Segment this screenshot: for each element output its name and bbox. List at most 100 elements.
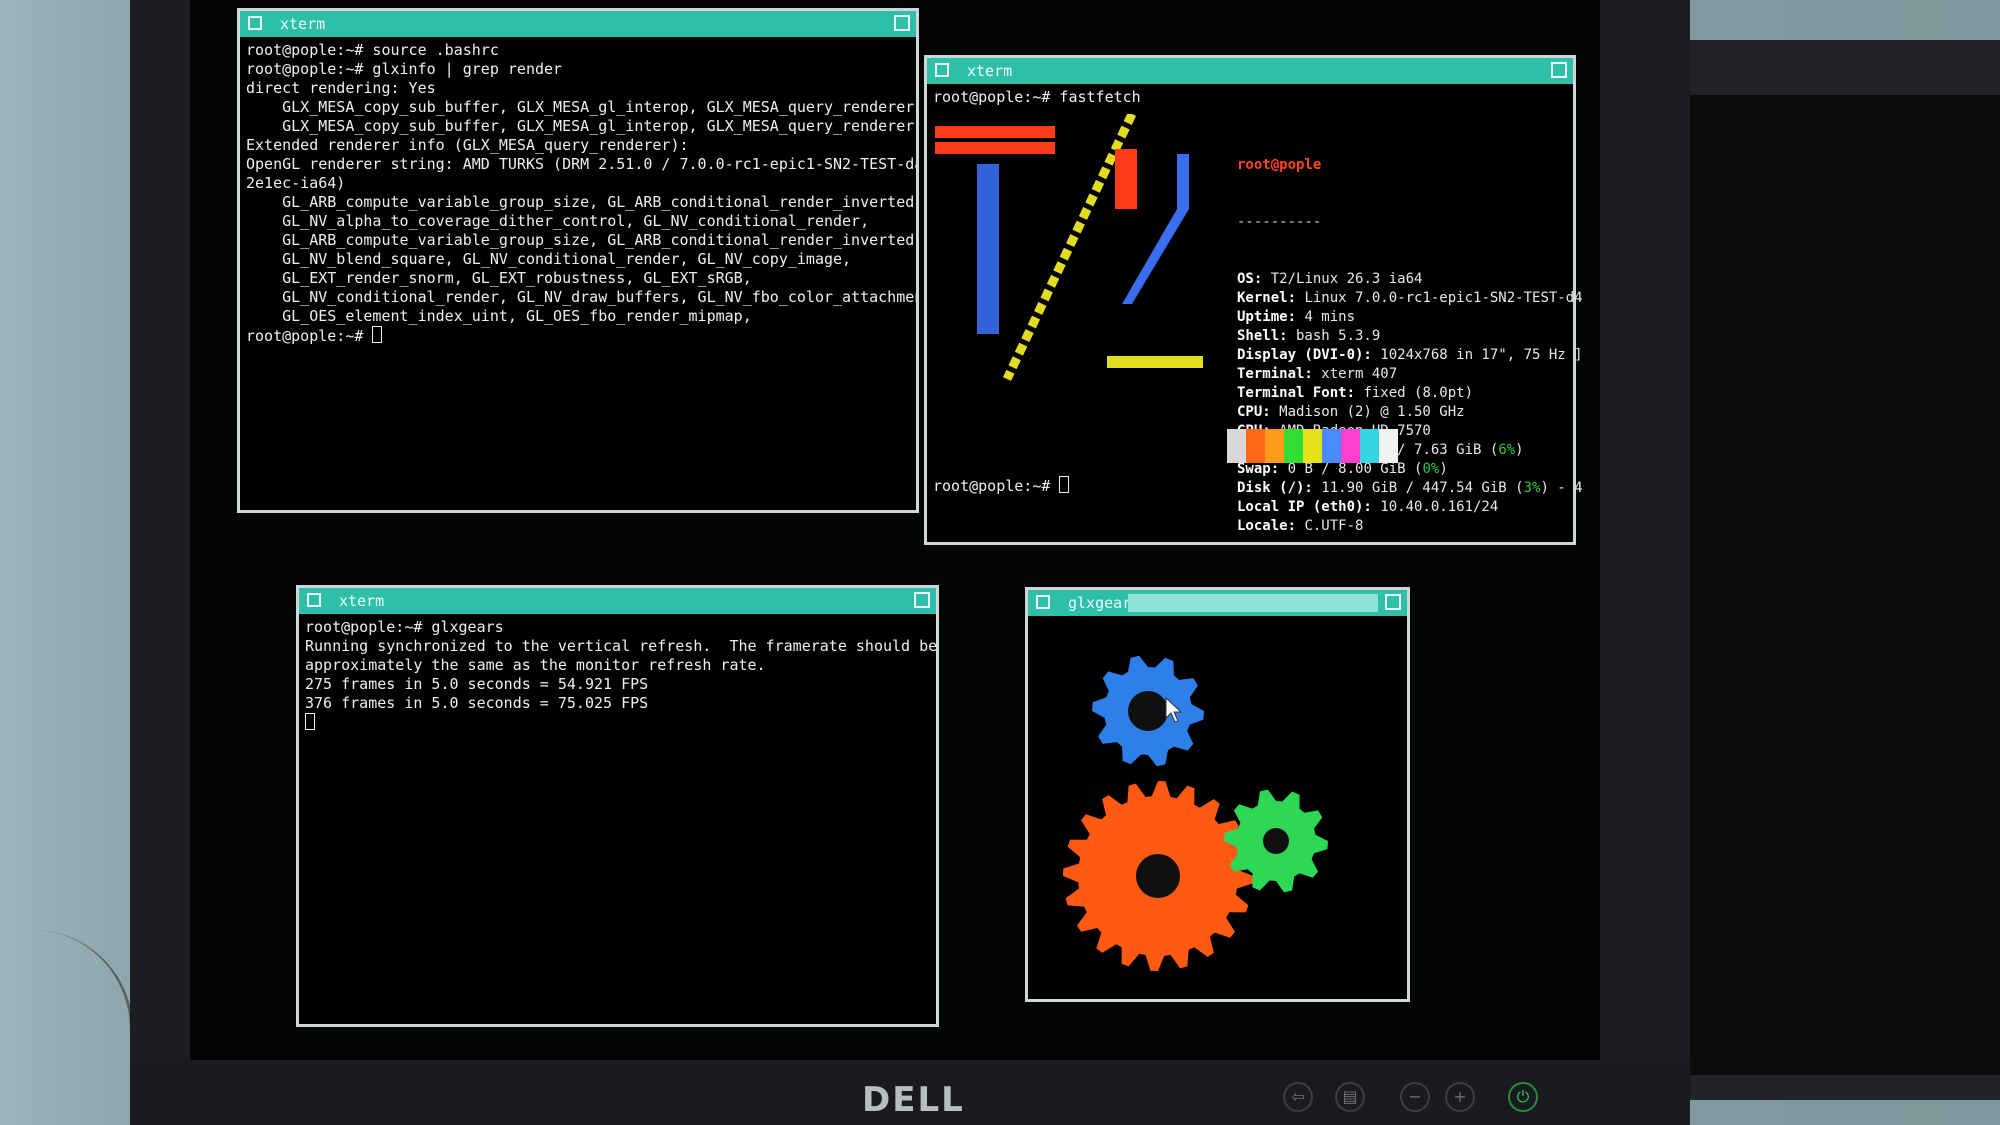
terminal-line: GL_NV_conditional_render, GL_NV_draw_buf…: [246, 288, 916, 306]
dell-logo: DELL: [862, 1080, 965, 1120]
info-row: Display (DVI-0): 1024x768 in 17", 75 Hz …: [1237, 346, 1583, 365]
palette-swatch: [1360, 429, 1379, 463]
system-info: root@pople ---------- OS: T2/Linux 26.3 …: [1237, 118, 1583, 574]
info-row: Terminal Font: fixed (8.0pt): [1237, 384, 1583, 403]
palette-swatch: [1284, 429, 1303, 463]
gears-canvas[interactable]: [1028, 616, 1407, 999]
glxgears-title-bar[interactable]: glxgears: [1028, 590, 1407, 616]
terminal-line: OpenGL renderer string: AMD TURKS (DRM 2…: [246, 155, 916, 173]
prompt-line: root@pople:~#: [246, 326, 910, 346]
info-value: C.UTF-8: [1296, 518, 1364, 534]
info-value: 1024x768 in 17", 75 Hz ]: [1371, 347, 1583, 363]
info-value: 4 mins: [1296, 309, 1356, 325]
info-row: Locale: C.UTF-8: [1237, 517, 1583, 536]
info-key: Local IP (eth0):: [1237, 499, 1372, 515]
prompt-line: root@pople:~#: [927, 472, 1075, 500]
info-row: OS: T2/Linux 26.3 ia64: [1237, 270, 1583, 289]
terminal-line: root@pople:~# source .bashrc: [246, 41, 499, 59]
info-percent: 6%: [1498, 442, 1516, 458]
info-percent: 0%: [1422, 461, 1440, 477]
info-value: 11.90 GiB / 447.54 GiB (: [1312, 480, 1524, 496]
terminal-line: approximately the same as the monitor re…: [305, 656, 766, 674]
info-key: Uptime:: [1237, 309, 1297, 325]
xterm-title-bar[interactable]: xterm: [927, 58, 1573, 84]
window-menu-icon[interactable]: [248, 16, 262, 30]
gear-hole: [1128, 691, 1168, 731]
terminal-line: root@pople:~# glxgears: [305, 618, 504, 636]
info-key: Locale:: [1237, 518, 1297, 534]
info-value: 10.40.0.161/24: [1371, 499, 1499, 515]
info-row: Uptime: 4 mins: [1237, 308, 1583, 327]
terminal-output[interactable]: root@pople:~# glxgears Running synchroniz…: [299, 614, 936, 737]
terminal-line: GL_EXT_render_snorm, GL_EXT_robustness, …: [246, 269, 752, 287]
info-key: CPU:: [1237, 404, 1271, 420]
palette-swatch: [1227, 429, 1246, 463]
window-title: xterm: [967, 62, 1013, 80]
logo-text: T2: [1142, 253, 1144, 255]
info-tail: ) - 4: [1540, 480, 1583, 496]
prompt: root@pople:~#: [933, 477, 1060, 495]
terminal-line: GLX_MESA_copy_sub_buffer, GLX_MESA_gl_in…: [246, 98, 916, 116]
plus-button[interactable]: +: [1445, 1082, 1475, 1112]
window-menu-icon[interactable]: [935, 63, 949, 77]
info-value: T2/Linux 26.3 ia64: [1262, 271, 1423, 287]
minus-button[interactable]: −: [1400, 1082, 1430, 1112]
terminal-line: root@pople:~# glxinfo | grep render: [246, 60, 563, 78]
palette-swatch: [1379, 429, 1398, 463]
terminal-output[interactable]: root@pople:~# fastfetch T2 root@pople --…: [927, 84, 1583, 542]
user-host: root@pople: [1237, 157, 1322, 173]
info-tail: ): [1439, 461, 1448, 477]
command-line: root@pople:~# fastfetch: [933, 88, 1141, 106]
palette-swatch: [1265, 429, 1284, 463]
info-tail: ): [1515, 442, 1524, 458]
maximize-icon[interactable]: [1551, 62, 1567, 78]
separator: ----------: [1237, 214, 1322, 230]
maximize-icon[interactable]: [914, 592, 930, 608]
info-row: Kernel: Linux 7.0.0-rc1-epic1-SN2-TEST-d…: [1237, 289, 1583, 308]
maximize-icon[interactable]: [1385, 594, 1401, 610]
title-bar-highlight: [1128, 594, 1378, 612]
input-source-button[interactable]: ⇦: [1283, 1082, 1313, 1112]
info-key: Terminal:: [1237, 366, 1313, 382]
terminal-line: Extended renderer info (GLX_MESA_query_r…: [246, 136, 689, 154]
info-value: fixed (8.0pt): [1355, 385, 1474, 401]
info-value: xterm 407: [1312, 366, 1398, 382]
xterm-title-bar[interactable]: xterm: [299, 588, 936, 614]
terminal-line: 275 frames in 5.0 seconds = 54.921 FPS: [305, 675, 649, 693]
info-key: Swap:: [1237, 461, 1280, 477]
terminal-line: 376 frames in 5.0 seconds = 75.025 FPS: [305, 694, 649, 712]
xterm-window-glxgears-output[interactable]: xterm root@pople:~# glxgears Running sync…: [296, 585, 939, 1027]
menu-button[interactable]: ▤: [1335, 1082, 1365, 1112]
window-menu-icon[interactable]: [307, 593, 321, 607]
palette-swatch: [1322, 429, 1341, 463]
xterm-window-glxinfo[interactable]: xterm root@pople:~# source .bashrc root@p…: [237, 8, 919, 513]
second-monitor-screen: [1670, 95, 2000, 1075]
gear-hole: [1136, 854, 1180, 898]
terminal-line: GL_NV_alpha_to_coverage_dither_control, …: [246, 212, 870, 230]
terminal-output[interactable]: root@pople:~# source .bashrc root@pople:~…: [240, 37, 916, 350]
power-button[interactable]: ⏻: [1508, 1082, 1538, 1112]
info-key: OS:: [1237, 271, 1263, 287]
info-value: bash 5.3.9: [1287, 328, 1381, 344]
terminal-line: GL_ARB_compute_variable_group_size, GL_A…: [246, 231, 916, 249]
palette-swatch: [1303, 429, 1322, 463]
info-row: Local IP (eth0): 10.40.0.161/24: [1237, 498, 1583, 517]
window-title: xterm: [280, 15, 326, 33]
xterm-title-bar[interactable]: xterm: [240, 11, 916, 37]
blue-gear: [1092, 655, 1204, 767]
glxgears-window[interactable]: glxgears: [1025, 587, 1410, 1002]
terminal-line: GL_ARB_compute_variable_group_size, GL_A…: [246, 193, 916, 211]
prompt: root@pople:~#: [246, 327, 373, 345]
info-key: Disk (/):: [1237, 480, 1313, 496]
terminal-line: 2e1ec-ia64): [246, 174, 346, 192]
t2-logo: T2: [935, 114, 1203, 381]
palette-swatch: [1341, 429, 1360, 463]
info-row: Terminal: xterm 407: [1237, 365, 1583, 384]
info-row: Disk (/): 11.90 GiB / 447.54 GiB (3%) - …: [1237, 479, 1583, 498]
terminal-line: Running synchronized to the vertical ref…: [305, 637, 936, 655]
xterm-window-fastfetch[interactable]: xterm root@pople:~# fastfetch T2 root@po…: [924, 55, 1583, 545]
terminal-line: direct rendering: Yes: [246, 79, 436, 97]
info-key: Kernel:: [1237, 290, 1297, 306]
window-menu-icon[interactable]: [1036, 595, 1050, 609]
maximize-icon[interactable]: [894, 15, 910, 31]
